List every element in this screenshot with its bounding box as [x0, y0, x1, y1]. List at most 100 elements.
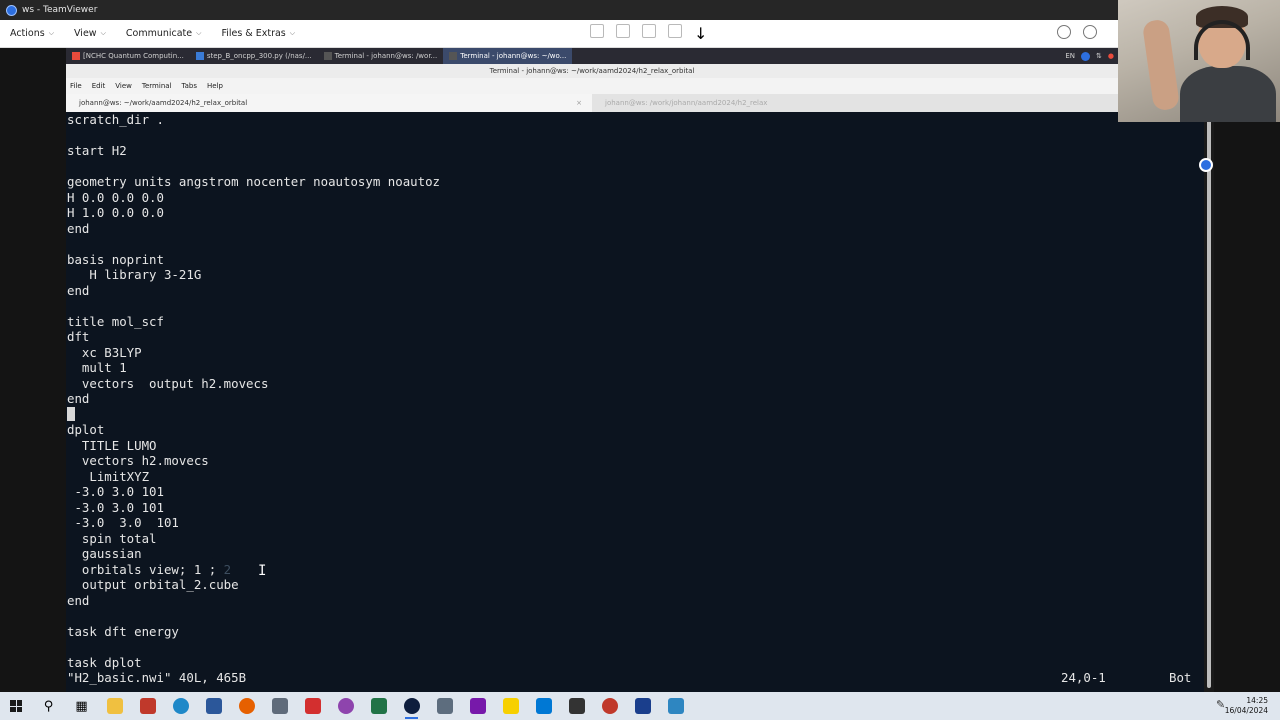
terminal-menu-help[interactable]: Help	[203, 82, 229, 90]
chevron-down-icon: ⌵	[48, 29, 55, 37]
task-view-icon[interactable]: ▦	[65, 692, 98, 720]
window-title: ws - TeamViewer	[22, 5, 98, 15]
terminal-line: vectors output h2.movecs	[67, 375, 269, 391]
app-icon-l[interactable]	[626, 692, 659, 720]
teamviewer-titlebar: ws - TeamViewer	[0, 0, 1280, 20]
chat-icon[interactable]	[1057, 25, 1071, 39]
chevron-down-icon: ⌵	[196, 29, 202, 37]
terminal-titlebar: Terminal - johann@ws: ~/work/aamd2024/h2…	[66, 64, 1118, 78]
app-icon-circle[interactable]	[329, 692, 362, 720]
language-indicator[interactable]: EN	[1065, 52, 1075, 60]
call-icon[interactable]	[1083, 25, 1097, 39]
remote-task-browser[interactable]: [NCHC Quantum Computin...	[66, 48, 190, 64]
webcam-overlay	[1118, 0, 1280, 122]
letterbox-right	[1214, 48, 1280, 692]
terminal-line: end	[67, 592, 90, 608]
terminal-menu-file[interactable]: File	[66, 82, 88, 90]
mail-icon[interactable]	[527, 692, 560, 720]
terminal-line: geometry units angstrom nocenter noautos…	[67, 174, 440, 189]
terminal-line: -3.0 3.0 101	[67, 484, 164, 499]
close-icon[interactable]: ×	[576, 94, 582, 112]
clock-time: 14:25	[1246, 696, 1268, 705]
scrollbar-thumb[interactable]	[1207, 118, 1211, 688]
network-icon[interactable]: ⇅	[1096, 52, 1102, 60]
terminal-content: scratch_dir . start H2 geometry units angs…	[67, 112, 440, 670]
teamviewer-right-tools	[1057, 25, 1097, 39]
terminal-line: end	[67, 282, 90, 298]
teamviewer-taskbar-icon[interactable]	[395, 692, 428, 720]
teamviewer-panel-handle-icon[interactable]	[1199, 158, 1213, 172]
terminal-line: output orbital_2.cube	[67, 577, 239, 592]
terminal-line: start H2	[67, 143, 127, 158]
terminal-line: end	[67, 391, 90, 406]
terminal-line: H 1.0 0.0 0.0	[67, 205, 164, 220]
terminal-tab-inactive[interactable]: johann@ws: /work/johann/aamd2024/h2_rela…	[592, 94, 1118, 112]
sticky-notes-icon[interactable]	[494, 692, 527, 720]
terminal-line: basis noprint	[67, 251, 164, 267]
editor-icon	[195, 52, 204, 60]
terminal-icon	[449, 52, 458, 60]
alert-icon[interactable]: ●	[1108, 52, 1114, 60]
terminal-line: H library 3-21G	[67, 267, 202, 282]
text-cursor-icon: I	[258, 563, 267, 579]
terminal-line: H 0.0 0.0 0.0	[67, 189, 164, 205]
app-icon-chrome[interactable]	[593, 692, 626, 720]
terminal-scrollbar[interactable]	[1204, 112, 1214, 692]
terminal-line: orbitals view; 1 ; 2	[67, 561, 232, 577]
app-icon-gray[interactable]	[428, 692, 461, 720]
app-icon-red[interactable]	[131, 692, 164, 720]
terminal-tab-active[interactable]: johann@ws: ~/work/aamd2024/h2_relax_orbi…	[66, 94, 592, 112]
vim-status-position: 24,0-1	[1061, 670, 1106, 685]
menu-view[interactable]: View ⌵	[64, 28, 116, 39]
terminal-menu-edit[interactable]: Edit	[88, 82, 112, 90]
teamviewer-toolbar: ↓	[590, 24, 708, 43]
remote-task-editor[interactable]: step_B_oncpp_300.py (/nas/...	[190, 48, 318, 64]
onenote-icon[interactable]	[461, 692, 494, 720]
edge-icon[interactable]	[164, 692, 197, 720]
screen-icon[interactable]	[590, 24, 604, 38]
chevron-down-icon: ⌵	[289, 29, 296, 37]
terminal-line: gaussian	[67, 546, 142, 561]
menu-communicate[interactable]: Communicate ⌵	[116, 28, 212, 39]
browser-icon	[72, 52, 80, 60]
start-button[interactable]	[0, 692, 32, 720]
menu-files-extras[interactable]: Files & Extras ⌵	[211, 28, 305, 39]
terminal-viewport[interactable]: scratch_dir . start H2 geometry units angs…	[66, 112, 1204, 692]
download-icon[interactable]: ↓	[694, 24, 708, 43]
terminal-menu-tabs[interactable]: Tabs	[178, 82, 204, 90]
app-icon-screen[interactable]	[263, 692, 296, 720]
terminal-line: dplot	[67, 422, 105, 437]
terminal-line: end	[67, 220, 90, 236]
menu-actions[interactable]: Actions ⌵	[0, 28, 64, 39]
firefox-icon[interactable]	[230, 692, 263, 720]
terminal-line: task dplot	[67, 654, 142, 670]
faded-text: 2	[216, 561, 232, 577]
terminal-menubar: File Edit View Terminal Tabs Help	[66, 78, 1118, 94]
acrobat-icon[interactable]	[296, 692, 329, 720]
webcam-body	[1180, 66, 1276, 122]
remote-task-terminal-1[interactable]: Terminal - johann@ws: /wor...	[318, 48, 444, 64]
text-cursor-block	[67, 406, 75, 421]
system-clock[interactable]: 14:25 16/04/2024	[1225, 692, 1268, 720]
app-icon-tool[interactable]	[659, 692, 692, 720]
settings-icon[interactable]	[668, 24, 682, 38]
letterbox-left	[0, 48, 66, 692]
file-transfer-icon[interactable]	[642, 24, 656, 38]
terminal-menu-terminal[interactable]: Terminal	[138, 82, 178, 90]
terminal-line: task dft energy	[67, 623, 179, 639]
search-icon[interactable]: ⚲	[32, 692, 65, 720]
terminal-line: -3.0 3.0 101	[67, 515, 179, 530]
remote-tray: EN ⇅ ●	[1065, 48, 1114, 64]
terminal-menu-view[interactable]: View	[111, 82, 138, 90]
excel-icon[interactable]	[362, 692, 395, 720]
terminal-line: -3.0 3.0 101	[67, 499, 164, 515]
app-icon-keyboard[interactable]	[560, 692, 593, 720]
clock-date: 16/04/2024	[1224, 706, 1268, 715]
teamviewer-tray-icon[interactable]	[1081, 51, 1091, 61]
file-explorer-icon[interactable]	[98, 692, 131, 720]
word-icon[interactable]	[197, 692, 230, 720]
remote-task-terminal-2[interactable]: Terminal - johann@ws: ~/wo...	[443, 48, 573, 64]
keyboard-icon[interactable]	[616, 24, 630, 38]
